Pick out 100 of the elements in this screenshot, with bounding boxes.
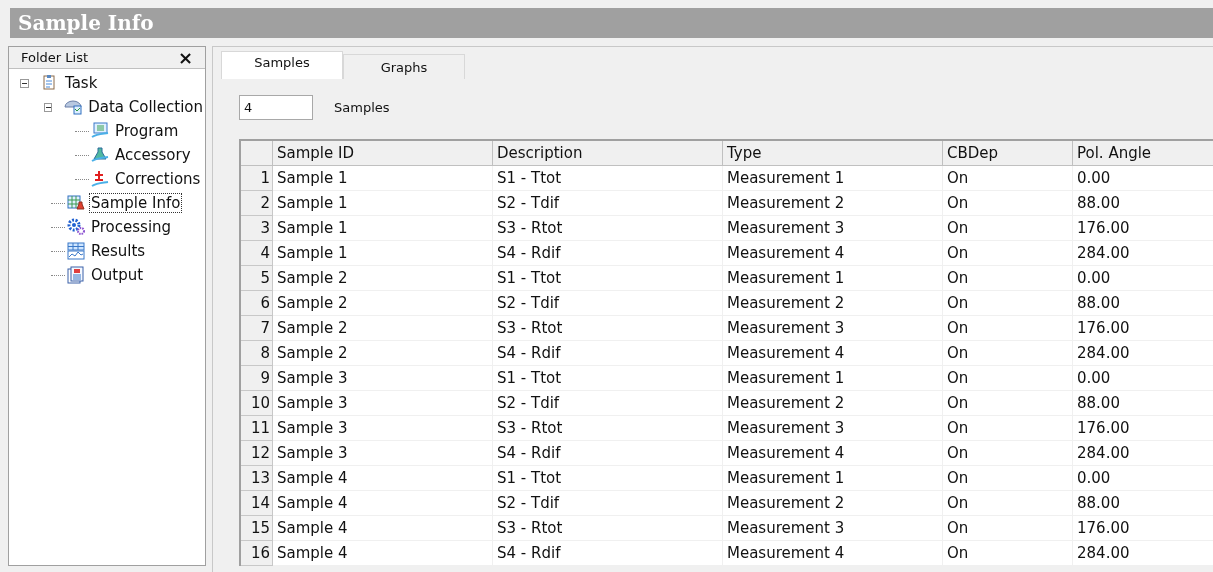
table-cell: On <box>943 391 1073 416</box>
row-number: 13 <box>241 466 273 491</box>
table-cell: Sample 4 <box>273 541 493 566</box>
table-cell: Sample 2 <box>273 316 493 341</box>
table-cell: Measurement 3 <box>723 416 943 441</box>
table-cell: 284.00 <box>1073 441 1213 466</box>
tree-item[interactable]: Accessory <box>113 145 193 165</box>
table-cell: Measurement 3 <box>723 316 943 341</box>
table-cell: On <box>943 516 1073 541</box>
table-cell: Sample 3 <box>273 416 493 441</box>
table-cell: S4 - Rdif <box>493 341 723 366</box>
table-cell: 284.00 <box>1073 341 1213 366</box>
table-cell: Measurement 1 <box>723 366 943 391</box>
table-cell: On <box>943 266 1073 291</box>
table-cell: 176.00 <box>1073 316 1213 341</box>
row-number: 6 <box>241 291 273 316</box>
table-cell: On <box>943 541 1073 566</box>
table-cell: S4 - Rdif <box>493 241 723 266</box>
tree-item[interactable]: Task <box>63 73 100 93</box>
table-cell: 284.00 <box>1073 541 1213 566</box>
table-cell: Sample 4 <box>273 516 493 541</box>
table-cell: On <box>943 441 1073 466</box>
row-number: 7 <box>241 316 273 341</box>
table-cell: S1 - Ttot <box>493 166 723 191</box>
table-cell: Sample 3 <box>273 391 493 416</box>
dome-checklist-icon <box>64 98 83 116</box>
row-number: 2 <box>241 191 273 216</box>
table-cell: Sample 2 <box>273 291 493 316</box>
table-cell: Sample 4 <box>273 491 493 516</box>
tree-item[interactable]: Output <box>89 265 146 285</box>
table-cell: S4 - Rdif <box>493 541 723 566</box>
row-number: 10 <box>241 391 273 416</box>
table-cell: 0.00 <box>1073 366 1213 391</box>
table-cell: Sample 1 <box>273 241 493 266</box>
table-cell: Measurement 2 <box>723 191 943 216</box>
table-cell: Measurement 4 <box>723 241 943 266</box>
panel-title: Folder List <box>21 48 89 67</box>
tree-item[interactable]: Processing <box>89 217 174 237</box>
close-button[interactable]: × <box>177 48 193 67</box>
row-number: 5 <box>241 266 273 291</box>
tree-item[interactable]: Program <box>113 121 181 141</box>
table-cell: Sample 4 <box>273 466 493 491</box>
table-cell: Measurement 4 <box>723 341 943 366</box>
collapse-toggle-icon[interactable] <box>20 78 29 88</box>
tree-item[interactable]: Sample Info <box>89 193 183 213</box>
table-chart-icon <box>67 242 85 260</box>
table-cell: S4 - Rdif <box>493 441 723 466</box>
table-cell: 176.00 <box>1073 516 1213 541</box>
row-number: 4 <box>241 241 273 266</box>
table-cell: On <box>943 166 1073 191</box>
table-cell: 0.00 <box>1073 266 1213 291</box>
tree-item[interactable]: Data Collection <box>86 97 205 117</box>
tree-item[interactable]: Corrections <box>113 169 203 189</box>
table-cell: S2 - Tdif <box>493 391 723 416</box>
table-cell: S3 - Rtot <box>493 216 723 241</box>
table-cell: Sample 3 <box>273 441 493 466</box>
window-title: Sample Info <box>10 8 1213 38</box>
table-cell: 88.00 <box>1073 491 1213 516</box>
table-cell: Measurement 1 <box>723 266 943 291</box>
table-cell: S1 - Ttot <box>493 366 723 391</box>
table-flask-icon <box>67 194 85 212</box>
row-number: 15 <box>241 516 273 541</box>
tab[interactable]: Graphs <box>343 54 465 79</box>
table-cell: Sample 2 <box>273 341 493 366</box>
table-cell: Measurement 4 <box>723 541 943 566</box>
table-cell: On <box>943 416 1073 441</box>
row-number: 9 <box>241 366 273 391</box>
table-cell: S3 - Rtot <box>493 416 723 441</box>
row-number: 1 <box>241 166 273 191</box>
tab[interactable]: Samples <box>221 51 343 79</box>
table-cell: On <box>943 316 1073 341</box>
table-cell: On <box>943 191 1073 216</box>
table-cell: 0.00 <box>1073 166 1213 191</box>
table-cell: Measurement 3 <box>723 216 943 241</box>
table-cell: Measurement 3 <box>723 516 943 541</box>
table-cell: Measurement 2 <box>723 391 943 416</box>
table-cell: Measurement 1 <box>723 466 943 491</box>
document-icon <box>67 266 85 284</box>
table-cell: On <box>943 466 1073 491</box>
table-cell: Sample 1 <box>273 191 493 216</box>
table-cell: 88.00 <box>1073 191 1213 216</box>
table-cell: Measurement 2 <box>723 491 943 516</box>
row-number: 8 <box>241 341 273 366</box>
count-field[interactable]: 4 <box>239 95 313 120</box>
table-cell: Sample 1 <box>273 166 493 191</box>
table-cell: Sample 1 <box>273 216 493 241</box>
tree-item[interactable]: Results <box>89 241 148 261</box>
table-cell: S2 - Tdif <box>493 191 723 216</box>
collapse-toggle-icon[interactable] <box>44 102 53 112</box>
table-cell: Measurement 1 <box>723 166 943 191</box>
flask-icon <box>91 146 109 164</box>
row-number: 3 <box>241 216 273 241</box>
table-cell: Measurement 2 <box>723 291 943 316</box>
table-cell: S1 - Ttot <box>493 466 723 491</box>
table-cell: Sample 2 <box>273 266 493 291</box>
table-cell: 88.00 <box>1073 391 1213 416</box>
gears-icon <box>67 218 85 236</box>
table-cell: Measurement 4 <box>723 441 943 466</box>
row-number: 16 <box>241 541 273 566</box>
row-number: 11 <box>241 416 273 441</box>
